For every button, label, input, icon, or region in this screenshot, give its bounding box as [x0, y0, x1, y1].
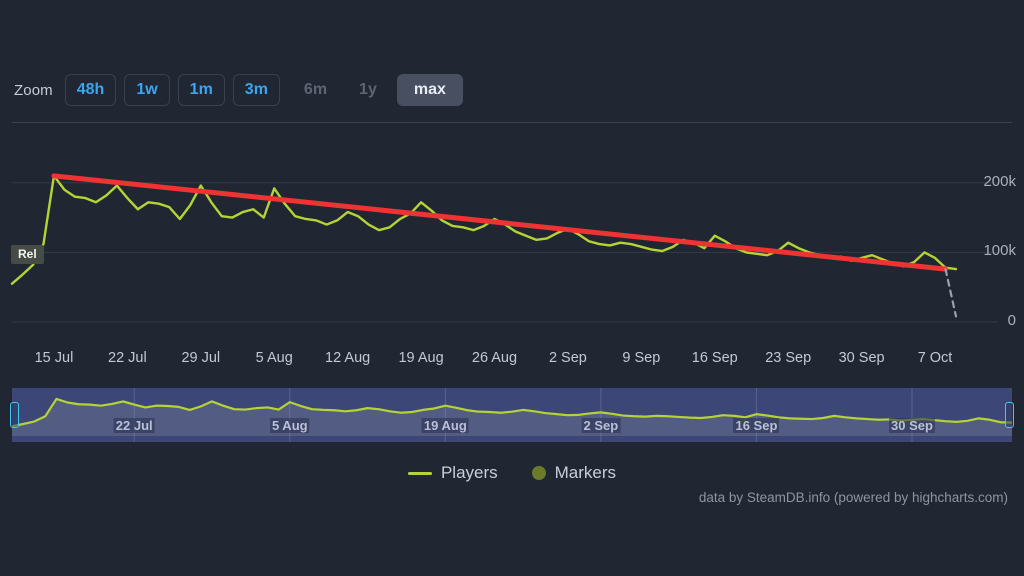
players-line-swatch: [407, 471, 432, 475]
players-line: [10, 174, 958, 285]
x-axis-tick: 12 Aug: [325, 350, 371, 366]
x-axis: 15 Jul 22 Jul 29 Jul 5 Aug 12 Aug 19 Aug 26 Au…: [0, 350, 1024, 372]
projection-line: [944, 268, 958, 318]
x-axis-tick: 2 Sep: [548, 350, 587, 366]
navigator-series-svg: [12, 388, 1012, 442]
y-axis-label-0: 0: [1007, 312, 1016, 329]
navigator-x-tick: 19 Aug: [421, 418, 469, 433]
x-axis-tick: 30 Sep: [838, 350, 885, 366]
x-axis-tick: 15 Jul: [34, 350, 74, 366]
navigator[interactable]: [12, 388, 1012, 442]
x-axis-tick: 9 Sep: [622, 350, 661, 366]
toolbar-divider: [12, 122, 1012, 123]
range-button-3m[interactable]: 3m: [232, 74, 280, 106]
x-axis-tick: 22 Jul: [108, 350, 147, 366]
legend-label-players: Players: [440, 463, 498, 482]
x-axis-tick: 16 Sep: [691, 350, 738, 366]
legend-label-markers: Markers: [554, 463, 617, 482]
y-axis-label-200k: 200k: [983, 172, 1016, 190]
navigator-x-tick: 16 Sep: [733, 418, 780, 433]
credits-link[interactable]: data by SteamDB.info (powered by highcha…: [699, 490, 1008, 505]
navigator-x-tick: 2 Sep: [581, 418, 621, 433]
legend: Players Markers: [0, 460, 1024, 486]
navigator-x-tick: 5 Aug: [269, 418, 310, 433]
legend-item-players[interactable]: Players: [407, 463, 498, 483]
y-axis-label-100k: 100k: [983, 242, 1016, 260]
legend-item-markers[interactable]: Markers: [531, 463, 617, 483]
x-axis-tick: 5 Aug: [255, 350, 293, 366]
navigator-handle-right[interactable]: [1005, 402, 1014, 428]
range-button-48h[interactable]: 48h: [64, 74, 117, 106]
x-axis-tick: 7 Oct: [917, 350, 953, 366]
navigator-area: [12, 398, 1012, 436]
navigator-x-tick: 22 Jul: [113, 418, 155, 433]
markers-dot-swatch: [531, 466, 546, 480]
range-button-max[interactable]: max: [396, 74, 463, 106]
range-selector-label: Zoom: [14, 81, 53, 99]
navigator-x-tick: 30 Sep: [889, 418, 935, 433]
steamdb-player-chart: Zoom 48h 1w 1m 3m 6m 1y max 200k 100k 0 …: [0, 0, 1024, 576]
plot-area: [0, 136, 1024, 336]
range-button-1w[interactable]: 1w: [124, 74, 170, 106]
x-axis-tick: 29 Jul: [181, 350, 221, 366]
range-button-6m: 6m: [303, 81, 328, 98]
players-plot-svg: [10, 173, 998, 323]
trend-line: [51, 173, 949, 272]
range-selector: Zoom 48h 1w 1m 3m 6m 1y max: [0, 68, 1024, 112]
range-button-1y: 1y: [359, 81, 377, 98]
release-marker-flag[interactable]: Rel: [11, 245, 44, 264]
x-axis-tick: 23 Sep: [765, 350, 812, 366]
range-button-1m[interactable]: 1m: [177, 74, 225, 106]
navigator-handle-left[interactable]: [10, 402, 19, 428]
x-axis-tick: 19 Aug: [398, 350, 444, 366]
x-axis-tick: 26 Aug: [471, 350, 518, 366]
